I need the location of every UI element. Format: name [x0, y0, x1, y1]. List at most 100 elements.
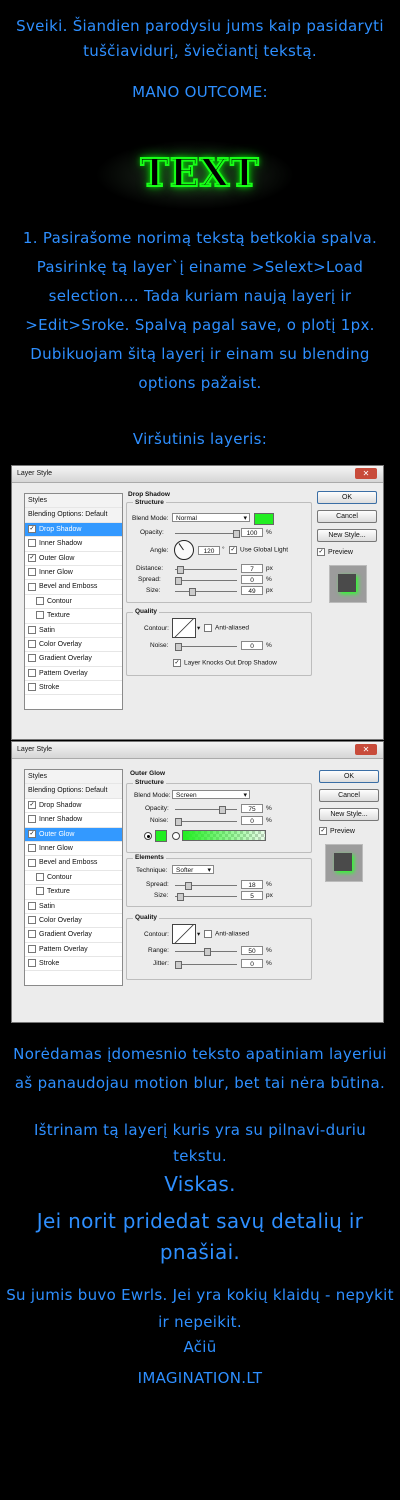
technique-select[interactable]: Softer: [172, 865, 214, 875]
opacity-input[interactable]: 75: [241, 804, 263, 813]
contour-icon[interactable]: [172, 924, 196, 944]
noise-input[interactable]: 0: [241, 816, 263, 825]
checkbox-icon[interactable]: ✓: [28, 524, 36, 533]
list-item[interactable]: Blending Options: Default: [25, 508, 122, 523]
checkbox-icon[interactable]: [28, 815, 36, 824]
ok-button[interactable]: OK: [319, 770, 379, 783]
list-item[interactable]: Gradient Overlay: [25, 652, 122, 667]
blend-mode-select[interactable]: Normal: [172, 513, 250, 523]
list-item[interactable]: Texture: [25, 609, 122, 624]
distance-input[interactable]: 7: [241, 564, 263, 573]
noise-slider[interactable]: [175, 818, 237, 826]
checkbox-icon[interactable]: ✓: [28, 800, 36, 809]
checkbox-icon[interactable]: [28, 582, 36, 591]
solid-color-radio[interactable]: [144, 832, 152, 840]
jitter-input[interactable]: 0: [241, 959, 263, 968]
list-item[interactable]: Inner Glow: [25, 842, 122, 857]
glow-color-swatch[interactable]: [155, 830, 167, 842]
checkbox-icon[interactable]: [28, 959, 36, 968]
list-item[interactable]: Contour: [25, 871, 122, 886]
list-item[interactable]: Inner Shadow: [25, 537, 122, 552]
knockout-checkbox[interactable]: ✓ Layer Knocks Out Drop Shadow: [173, 659, 277, 667]
list-item[interactable]: ✓ Drop Shadow: [25, 522, 122, 538]
new-style-button[interactable]: New Style...: [317, 529, 377, 542]
size-slider[interactable]: [175, 893, 237, 901]
checkbox-icon[interactable]: [36, 887, 44, 896]
checkbox-icon[interactable]: [36, 611, 44, 620]
range-slider[interactable]: [175, 948, 237, 956]
list-item[interactable]: Inner Shadow: [25, 813, 122, 828]
size-input[interactable]: 49: [241, 586, 263, 595]
list-item[interactable]: Satin: [25, 624, 122, 638]
chevron-down-icon[interactable]: ▾: [197, 930, 200, 938]
distance-slider[interactable]: [175, 566, 237, 574]
noise-input[interactable]: 0: [241, 641, 263, 650]
global-light-checkbox[interactable]: ✓ Use Global Light: [229, 546, 288, 554]
ok-button[interactable]: OK: [317, 491, 377, 504]
checkbox-icon[interactable]: [28, 858, 36, 867]
checkbox-icon[interactable]: [28, 640, 36, 649]
checkbox-icon[interactable]: ✓: [28, 829, 36, 838]
gradient-radio[interactable]: [172, 832, 180, 840]
checkbox-icon[interactable]: [28, 944, 36, 953]
checkbox-icon[interactable]: ✓: [28, 553, 36, 562]
spread-slider[interactable]: [175, 577, 237, 585]
list-item[interactable]: ✓ Drop Shadow: [25, 799, 122, 814]
angle-input[interactable]: 120: [198, 546, 220, 555]
noise-slider[interactable]: [175, 643, 237, 651]
size-input[interactable]: 5: [241, 891, 263, 900]
list-item[interactable]: Pattern Overlay: [25, 943, 122, 958]
shadow-color-swatch[interactable]: [254, 513, 274, 525]
checkbox-icon[interactable]: [28, 844, 36, 853]
jitter-slider[interactable]: [175, 961, 237, 969]
list-item[interactable]: Gradient Overlay: [25, 928, 122, 943]
checkbox-icon[interactable]: [28, 916, 36, 925]
checkbox-icon[interactable]: [28, 668, 36, 677]
preview-checkbox[interactable]: ✓ Preview: [319, 827, 379, 835]
opacity-input[interactable]: 100: [241, 528, 263, 537]
list-item[interactable]: Texture: [25, 885, 122, 900]
list-item[interactable]: Pattern Overlay: [25, 667, 122, 682]
list-item[interactable]: Bevel and Emboss: [25, 580, 122, 595]
close-icon[interactable]: ✕: [355, 744, 377, 755]
spread-input[interactable]: 0: [241, 575, 263, 584]
blend-mode-select[interactable]: Screen: [172, 790, 250, 800]
cancel-button[interactable]: Cancel: [317, 510, 377, 523]
list-item[interactable]: Styles: [25, 770, 122, 785]
opacity-slider[interactable]: [175, 530, 240, 538]
anti-aliased-checkbox[interactable]: Anti-aliased: [204, 930, 249, 938]
checkbox-icon[interactable]: [36, 872, 44, 881]
checkbox-icon[interactable]: [28, 683, 36, 692]
list-item[interactable]: Blending Options: Default: [25, 784, 122, 799]
preview-checkbox[interactable]: ✓ Preview: [317, 548, 377, 556]
spread-slider[interactable]: [175, 882, 237, 890]
checkbox-icon[interactable]: [36, 596, 44, 605]
list-item[interactable]: Bevel and Emboss: [25, 856, 122, 871]
angle-dial-icon[interactable]: [174, 540, 194, 560]
checkbox-icon[interactable]: [28, 539, 36, 548]
list-item[interactable]: Color Overlay: [25, 638, 122, 653]
checkbox-icon[interactable]: [28, 625, 36, 634]
cancel-button[interactable]: Cancel: [319, 789, 379, 802]
chevron-down-icon[interactable]: ▾: [197, 624, 200, 632]
checkbox-icon[interactable]: [28, 654, 36, 663]
list-item[interactable]: ✓ Outer Glow: [25, 827, 122, 842]
list-item[interactable]: Styles: [25, 494, 122, 509]
anti-aliased-checkbox[interactable]: Anti-aliased: [204, 624, 249, 632]
opacity-slider[interactable]: [175, 806, 237, 814]
list-item[interactable]: Contour: [25, 595, 122, 610]
list-item[interactable]: Inner Glow: [25, 566, 122, 581]
checkbox-icon[interactable]: [28, 901, 36, 910]
list-item[interactable]: ✓ Outer Glow: [25, 552, 122, 566]
glow-gradient-picker[interactable]: [182, 830, 266, 841]
checkbox-icon[interactable]: [28, 568, 36, 577]
contour-icon[interactable]: [172, 618, 196, 638]
spread-input[interactable]: 18: [241, 880, 263, 889]
list-item[interactable]: Satin: [25, 900, 122, 914]
checkbox-icon[interactable]: [28, 930, 36, 939]
size-slider[interactable]: [175, 588, 237, 596]
list-item[interactable]: Stroke: [25, 681, 122, 696]
new-style-button[interactable]: New Style...: [319, 808, 379, 821]
list-item[interactable]: Color Overlay: [25, 914, 122, 929]
list-item[interactable]: Stroke: [25, 957, 122, 972]
